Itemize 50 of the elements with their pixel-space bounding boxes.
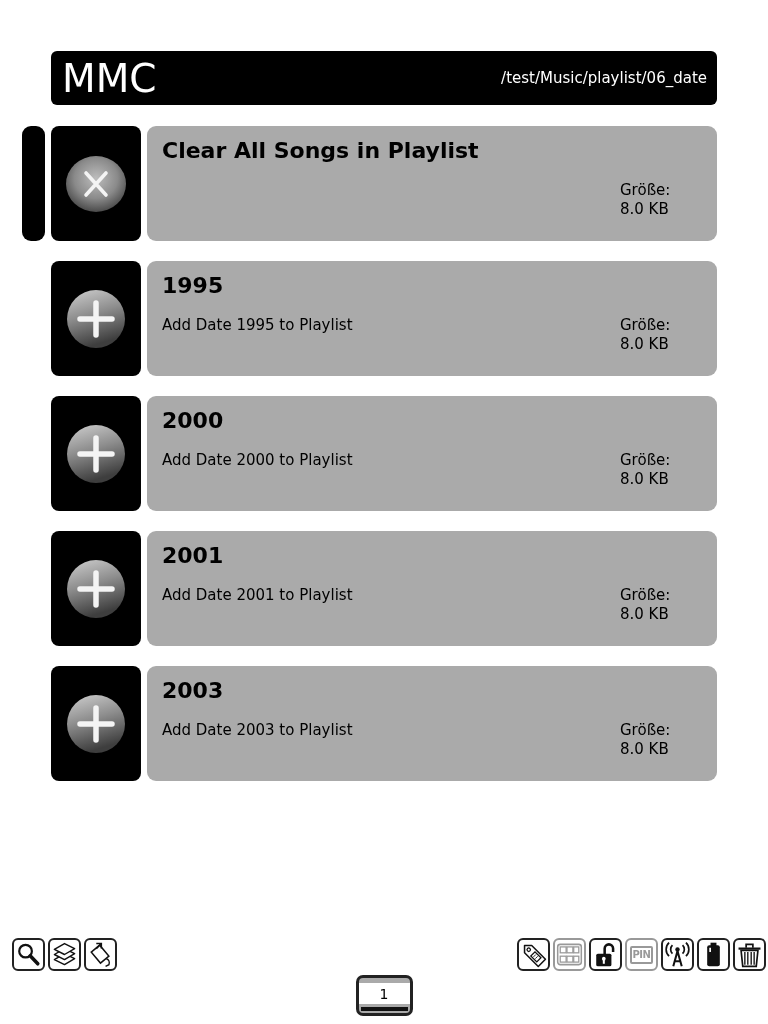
list-item[interactable]: 2000 Add Date 2000 to Playlist Größe: 8.0 KB xyxy=(147,396,717,511)
plus-circle-icon xyxy=(66,693,126,754)
size-label: Größe: xyxy=(620,451,671,470)
size-value: 8.0 KB xyxy=(620,335,669,354)
trash-button[interactable] xyxy=(733,938,766,971)
size-label: Größe: xyxy=(620,586,671,605)
clear-button[interactable] xyxy=(51,126,141,241)
search-icon xyxy=(15,941,42,968)
plus-circle-icon xyxy=(66,288,126,349)
item-description: Add Date 2001 to Playlist xyxy=(162,586,353,604)
paper-stack-icon xyxy=(51,941,78,968)
size-label: Größe: xyxy=(620,721,671,740)
unlock-button[interactable] xyxy=(589,938,622,971)
folder-path: /test/Music/playlist/06_date xyxy=(501,69,707,87)
size-label: Größe: xyxy=(620,316,671,335)
item-title: 1995 xyxy=(162,273,224,299)
item-description: Add Date 2000 to Playlist xyxy=(162,451,353,469)
page-indicator: 1 xyxy=(355,975,413,1016)
tag-button[interactable] xyxy=(517,938,550,971)
size-label: Größe: xyxy=(620,181,671,200)
item-title: Clear All Songs in Playlist xyxy=(162,138,479,164)
app-title: MMC xyxy=(62,58,157,98)
cross-circle-icon xyxy=(66,153,126,214)
add-button[interactable] xyxy=(51,531,141,646)
list-item[interactable]: 2001 Add Date 2001 to Playlist Größe: 8.0 KB xyxy=(147,531,717,646)
size-value: 8.0 KB xyxy=(620,605,669,624)
keyboard-icon xyxy=(556,941,583,968)
stack-button[interactable] xyxy=(48,938,81,971)
size-value: 8.0 KB xyxy=(620,200,669,219)
list-item[interactable]: 2003 Add Date 2003 to Playlist Größe: 8.0 KB xyxy=(147,666,717,781)
item-title: 2003 xyxy=(162,678,224,704)
plus-circle-icon xyxy=(66,558,126,619)
item-description: Add Date 1995 to Playlist xyxy=(162,316,353,334)
item-title: 2001 xyxy=(162,543,224,569)
size-value: 8.0 KB xyxy=(620,470,669,489)
search-button[interactable] xyxy=(12,938,45,971)
item-description: Add Date 2003 to Playlist xyxy=(162,721,353,739)
trash-can-icon xyxy=(736,941,763,968)
antenna-icon xyxy=(664,941,691,968)
list-item[interactable]: 1995 Add Date 1995 to Playlist Größe: 8.0 KB xyxy=(147,261,717,376)
size-value: 8.0 KB xyxy=(620,740,669,759)
add-button[interactable] xyxy=(51,261,141,376)
plus-circle-icon xyxy=(66,423,126,484)
add-button[interactable] xyxy=(51,396,141,511)
rotate-button[interactable] xyxy=(84,938,117,971)
battery-button[interactable] xyxy=(697,938,730,971)
add-button[interactable] xyxy=(51,666,141,781)
list-item[interactable]: Clear All Songs in Playlist Größe: 8.0 KB xyxy=(147,126,717,241)
item-title: 2000 xyxy=(162,408,224,434)
wireless-button[interactable] xyxy=(661,938,694,971)
